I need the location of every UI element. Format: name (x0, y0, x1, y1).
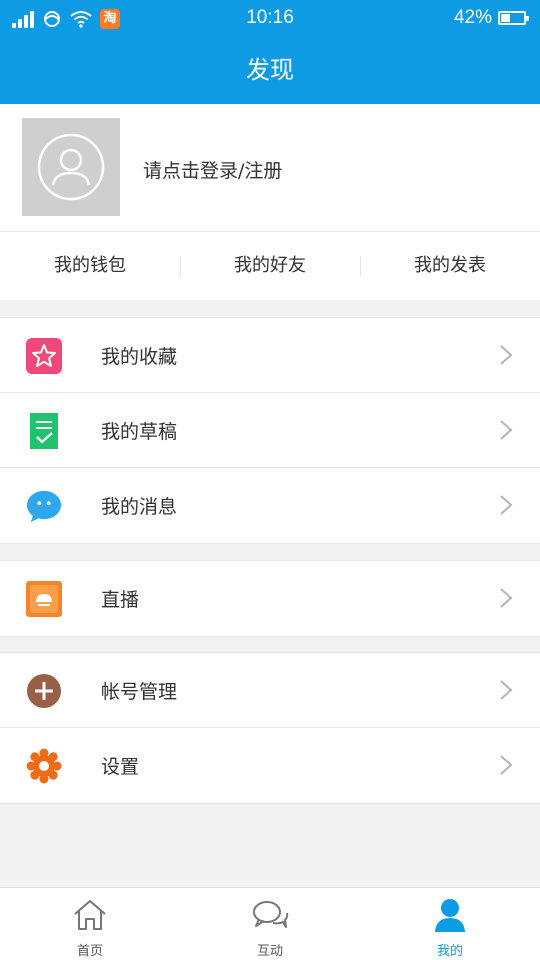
tab-interaction[interactable]: 互动 (180, 888, 360, 960)
quick-link-wallet[interactable]: 我的钱包 (0, 232, 180, 300)
star-icon (26, 338, 62, 374)
menu-item-label: 直播 (101, 589, 140, 611)
menu-item-favorites[interactable]: 我的收藏 (0, 318, 540, 393)
chevron-right-icon (500, 345, 513, 365)
page-title: 发现 (0, 36, 540, 104)
tab-mine[interactable]: 我的 (360, 888, 540, 960)
chat-bubbles-icon (253, 901, 289, 928)
person-icon (435, 899, 465, 932)
quick-link-posts[interactable]: 我的发表 (360, 232, 540, 300)
home-icon (74, 900, 106, 930)
chevron-right-icon (500, 680, 513, 700)
bottom-tab-bar: 首页 互动 我的 (0, 887, 540, 960)
status-bar: 淘 10:16 42% (0, 0, 540, 36)
battery-icon (498, 11, 529, 25)
profile-section[interactable]: 请点击登录/注册 (0, 104, 540, 232)
menu-item-label: 我的消息 (101, 496, 178, 518)
gear-icon (26, 748, 62, 784)
live-icon (26, 581, 62, 617)
menu-item-messages[interactable]: 我的消息 (0, 468, 540, 543)
avatar-placeholder-icon (37, 133, 105, 201)
quick-link-friends[interactable]: 我的好友 (180, 232, 360, 300)
draft-icon (26, 413, 62, 449)
message-icon (26, 488, 62, 524)
menu-group-personal: 我的收藏 我的草稿 我的消息 (0, 317, 540, 544)
menu-item-label: 我的草稿 (101, 420, 178, 443)
menu-item-settings[interactable]: 设置 (0, 728, 540, 803)
chevron-right-icon (500, 588, 513, 608)
chevron-right-icon (500, 755, 513, 775)
menu-group-account: 帐号管理 设置 (0, 652, 540, 804)
avatar[interactable] (22, 118, 120, 216)
login-register-link[interactable]: 请点击登录/注册 (143, 156, 282, 183)
menu-item-drafts[interactable]: 我的草稿 (0, 393, 540, 468)
battery-percent: 42% (453, 7, 492, 28)
menu-group-live: 直播 (0, 560, 540, 637)
tab-home[interactable]: 首页 (0, 888, 180, 960)
chevron-right-icon (500, 420, 513, 440)
menu-item-live[interactable]: 直播 (0, 561, 540, 636)
chevron-right-icon (500, 495, 513, 515)
quick-links: 我的钱包 我的好友 我的发表 (0, 232, 540, 300)
menu-item-label: 帐号管理 (101, 680, 178, 703)
plus-circle-icon (26, 673, 62, 709)
menu-item-label: 我的收藏 (101, 345, 178, 368)
menu-item-label: 设置 (101, 756, 140, 778)
battery-fill (501, 14, 510, 22)
menu-item-account-management[interactable]: 帐号管理 (0, 653, 540, 728)
tab-label: 首页 (76, 944, 103, 959)
status-right: 42% (453, 7, 529, 29)
tab-label: 互动 (256, 944, 283, 959)
tab-label: 我的 (436, 944, 463, 959)
